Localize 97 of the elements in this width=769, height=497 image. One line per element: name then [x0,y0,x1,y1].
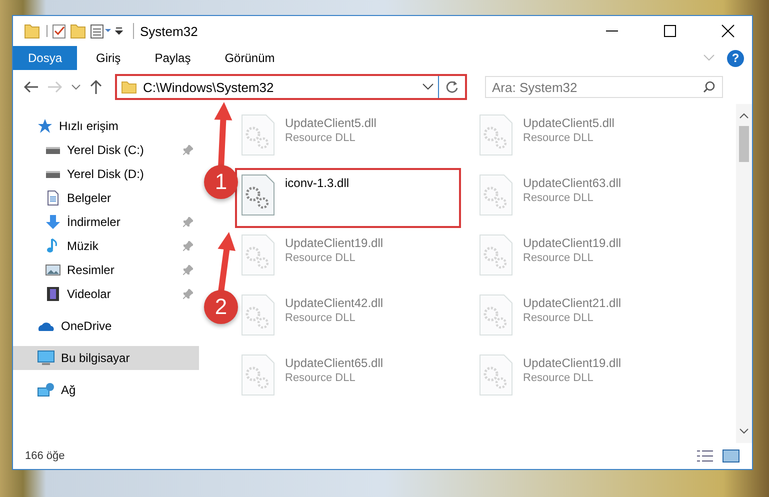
gear-file-icon [479,234,513,276]
file-item[interactable]: UpdateClient5.dll Resource DLL [473,108,699,168]
sidebar-label: İndirmeler [67,215,122,229]
gear-file-icon [241,234,275,276]
gear-file-icon [479,294,513,336]
file-type: Resource DLL [285,252,356,264]
drive-icon [45,170,61,178]
scrollbar[interactable] [736,104,752,443]
thumbnail-view-icon[interactable] [722,449,740,463]
file-item[interactable]: UpdateClient19.dll Resource DLL [473,228,699,288]
sidebar-label: Ağ [61,383,77,397]
down-arrow-icon [45,214,61,230]
refresh-icon[interactable] [445,80,459,94]
sidebar-label: Müzik [67,239,100,253]
close-icon[interactable] [720,23,736,39]
file-type: Resource DLL [523,312,594,324]
search-field[interactable]: Ara: System32 [485,76,723,98]
details-view-icon[interactable] [696,449,714,463]
folder-icon [121,80,137,94]
sidebar-item[interactable]: Hızlı erişim [13,114,199,138]
file-name: UpdateClient19.dll [285,236,384,250]
file-type: Resource DLL [523,372,594,384]
file-name: UpdateClient19.dll [523,356,622,370]
file-item[interactable]: UpdateClient63.dll Resource DLL [473,168,699,228]
gear-file-icon [241,114,275,156]
item-count: 166 öğe [25,450,65,462]
drive-icon [45,146,61,154]
address-bar[interactable]: C:\Windows\System32 [117,76,439,98]
file-name: UpdateClient5.dll [523,116,614,130]
callout-arrow [218,232,236,292]
network-icon [37,382,55,398]
down-caret-icon[interactable] [739,427,749,435]
sidebar-label: Belgeler [67,191,112,205]
gear-file-icon [241,174,275,216]
file-name: UpdateClient21.dll [523,296,622,310]
file-item[interactable]: UpdateClient42.dll Resource DLL [235,288,461,348]
sidebar-label: Bu bilgisayar [61,351,131,365]
gear-file-icon [241,354,275,396]
file-item[interactable]: UpdateClient21.dll Resource DLL [473,288,699,348]
gear-file-icon [479,354,513,396]
cloud-icon [37,320,55,332]
file-name: UpdateClient65.dll [285,356,384,370]
help-button[interactable]: ? [727,50,744,66]
file-item[interactable]: UpdateClient19.dll Resource DLL [235,228,461,288]
sidebar-label: Videolar [67,287,112,301]
file-name: UpdateClient5.dll [285,116,376,130]
file-type: Resource DLL [523,132,594,144]
sidebar-label: OneDrive [61,319,113,333]
sidebar-item[interactable]: Ağ [13,378,199,402]
chevron-icon[interactable] [71,83,81,91]
monitor-icon [37,350,55,366]
file-name: UpdateClient42.dll [285,296,384,310]
sidebar-item[interactable]: Belgeler [13,186,199,210]
sidebar-item[interactable]: İndirmeler [13,210,199,234]
file-type: Resource DLL [285,312,356,324]
document-icon [45,190,61,206]
star-icon [37,118,53,134]
window-title: System32 [140,24,198,38]
up-arrow-icon[interactable] [89,79,103,95]
sidebar-label: Yerel Disk (D:) [67,167,145,181]
ribbon-tab[interactable]: Giriş [81,46,136,70]
file-name: UpdateClient63.dll [523,176,622,190]
maximize-icon[interactable] [662,23,678,39]
file-type: Resource DLL [285,372,356,384]
chevron-icon[interactable] [422,83,434,91]
file-name: iconv-1.3.dll [285,176,350,190]
sidebar-label: Hızlı erişim [59,119,120,133]
ribbon-tab[interactable]: Dosya [13,46,78,70]
gear-file-icon [241,294,275,336]
file-type: Resource DLL [523,252,594,264]
gear-file-icon [479,114,513,156]
file-item[interactable]: UpdateClient5.dll Resource DLL [235,108,461,168]
address-path: C:\Windows\System32 [143,80,275,94]
ribbon-tab[interactable]: Paylaş [140,46,206,70]
sidebar-label: Yerel Disk (C:) [67,143,145,157]
sidebar-item[interactable]: Videolar [13,282,199,306]
scrollbar-thumb[interactable] [739,126,749,162]
ribbon-tab[interactable]: Görünüm [210,46,290,70]
back-arrow-icon[interactable] [23,80,39,94]
sidebar-item[interactable]: Yerel Disk (C:) [13,138,199,162]
file-item[interactable]: UpdateClient65.dll Resource DLL [235,348,461,408]
file-type: Resource DLL [285,132,356,144]
sidebar-label: Resimler [67,263,116,277]
film-icon [45,286,61,302]
file-item[interactable]: iconv-1.3.dll [235,168,461,228]
gear-file-icon [479,174,513,216]
file-item[interactable]: UpdateClient19.dll Resource DLL [473,348,699,408]
sidebar-item[interactable]: Resimler [13,258,199,282]
sidebar-item[interactable]: Müzik [13,234,199,258]
file-type: Resource DLL [523,192,594,204]
sidebar-item[interactable]: Bu bilgisayar [13,346,199,370]
up-caret-icon[interactable] [739,112,749,120]
search-icon[interactable] [703,81,715,93]
sidebar-item[interactable]: Yerel Disk (D:) [13,162,199,186]
sidebar-item[interactable]: OneDrive [13,314,199,338]
picture-icon [45,262,61,278]
file-name: UpdateClient19.dll [523,236,622,250]
